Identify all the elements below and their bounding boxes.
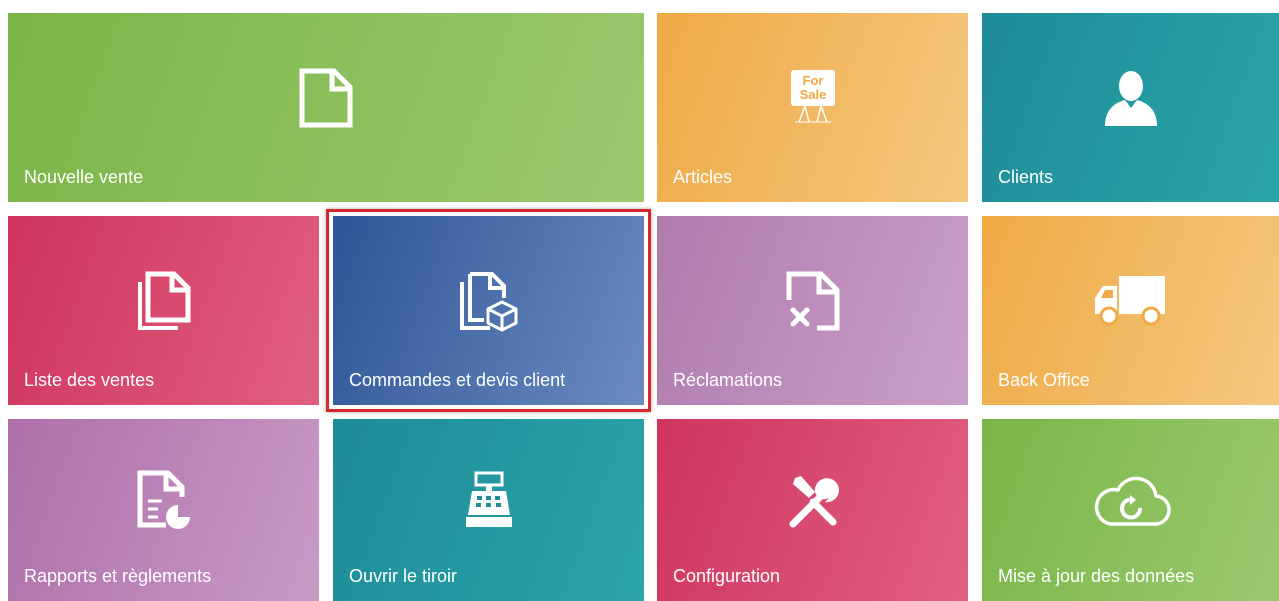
document-cross-icon: [785, 270, 841, 332]
svg-text:Sale: Sale: [799, 87, 826, 102]
truck-icon: [1093, 272, 1169, 330]
cloud-refresh-icon: [1090, 472, 1172, 528]
tile-grid: Nouvelle vente For Sale Articles Clients: [0, 0, 1279, 601]
tile-configuration[interactable]: Configuration: [657, 419, 968, 601]
report-chart-icon: [136, 469, 192, 531]
tile-label: Back Office: [998, 370, 1090, 390]
new-document-icon: [298, 67, 354, 129]
tile-articles[interactable]: For Sale Articles: [657, 13, 968, 202]
tile-label: Réclamations: [673, 370, 783, 390]
tools-icon: [785, 472, 841, 528]
tile-label: Clients: [998, 167, 1054, 187]
tile-commandes-et-devis-client[interactable]: Commandes et devis client: [333, 216, 644, 405]
tile-label: Liste des ventes: [24, 370, 155, 390]
tile-label: Configuration: [673, 566, 781, 586]
tile-clients[interactable]: Clients: [982, 13, 1279, 202]
tile-nouvelle-vente[interactable]: Nouvelle vente: [8, 13, 644, 202]
tile-label: Ouvrir le tiroir: [349, 566, 458, 586]
tile-label: Commandes et devis client: [349, 370, 566, 390]
tile-label: Rapports et règlements: [24, 566, 212, 586]
documents-box-icon: [458, 270, 520, 332]
tile-liste-des-ventes[interactable]: Liste des ventes: [8, 216, 319, 405]
tile-rapports-et-reglements[interactable]: Rapports et règlements: [8, 419, 319, 601]
documents-stack-icon: [136, 270, 192, 332]
for-sale-sign-icon: For Sale: [787, 68, 839, 128]
tile-label: Nouvelle vente: [24, 167, 144, 187]
tile-label: Articles: [673, 167, 733, 187]
tile-ouvrir-le-tiroir[interactable]: Ouvrir le tiroir: [333, 419, 644, 601]
person-icon: [1101, 68, 1161, 128]
tile-reclamations[interactable]: Réclamations: [657, 216, 968, 405]
cash-register-icon: [464, 471, 514, 529]
tile-label: Mise à jour des données: [998, 566, 1195, 586]
svg-text:For: For: [802, 73, 823, 88]
tile-back-office[interactable]: Back Office: [982, 216, 1279, 405]
tile-mise-a-jour-des-donnees[interactable]: Mise à jour des données: [982, 419, 1279, 601]
